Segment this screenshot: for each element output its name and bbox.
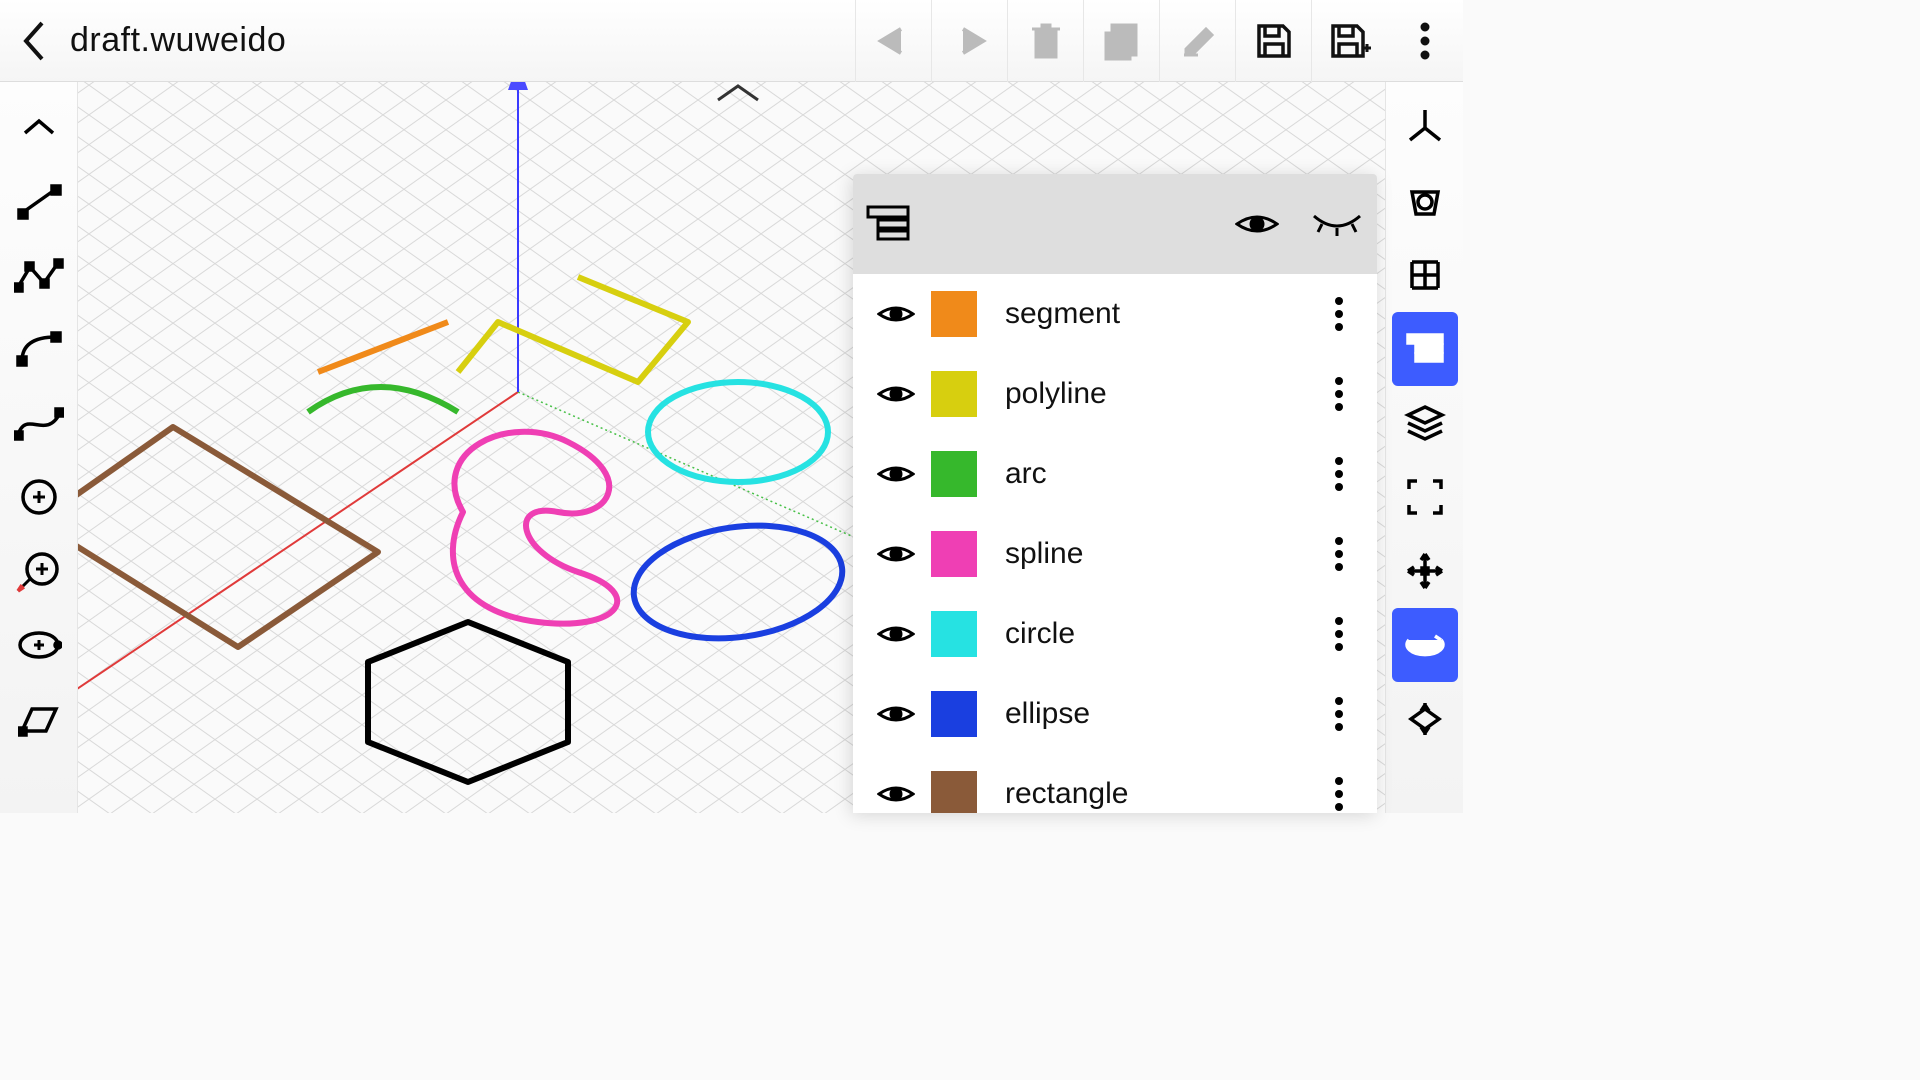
pan-tool[interactable] (1392, 534, 1458, 608)
redo-button[interactable] (931, 0, 1007, 82)
clipboard-button[interactable] (1083, 0, 1159, 82)
fullscreen-tool[interactable] (1392, 460, 1458, 534)
eye-icon[interactable] (861, 462, 931, 486)
undo-button[interactable] (855, 0, 931, 82)
layer-swatch[interactable] (931, 371, 977, 417)
layers-panel-header (853, 174, 1377, 274)
layer-menu-icon[interactable] (1309, 695, 1369, 733)
axis-view-tool[interactable] (1392, 90, 1458, 164)
layer-row[interactable]: segment (853, 274, 1377, 354)
delete-button[interactable] (1007, 0, 1083, 82)
layer-menu-icon[interactable] (1309, 375, 1369, 413)
save-as-button[interactable] (1311, 0, 1387, 82)
eye-icon[interactable] (861, 702, 931, 726)
layer-label: ellipse (991, 697, 1309, 731)
ellipse-tool[interactable] (6, 608, 72, 682)
layer-row[interactable]: arc (853, 434, 1377, 514)
layer-label: polyline (991, 377, 1309, 411)
hide-all-icon[interactable] (1297, 212, 1377, 236)
layer-swatch[interactable] (931, 691, 977, 737)
line-tool[interactable] (6, 164, 72, 238)
layers-icon[interactable] (853, 205, 923, 243)
collapse-up-icon[interactable] (6, 90, 72, 164)
eye-icon[interactable] (861, 542, 931, 566)
layers-tool[interactable] (1392, 312, 1458, 386)
eye-icon[interactable] (861, 782, 931, 806)
layers-panel: segment polyline arc sp (853, 174, 1377, 813)
spline-tool[interactable] (6, 386, 72, 460)
layer-list: segment polyline arc sp (853, 274, 1377, 813)
file-title: draft.wuweido (70, 21, 286, 60)
circle-tool[interactable] (6, 460, 72, 534)
orbit-tool[interactable] (1392, 608, 1458, 682)
perspective-tool[interactable] (1392, 164, 1458, 238)
layer-swatch[interactable] (931, 611, 977, 657)
layer-label: segment (991, 297, 1309, 331)
layer-swatch[interactable] (931, 291, 977, 337)
rectangle-tool[interactable] (6, 682, 72, 756)
layer-row[interactable]: ellipse (853, 674, 1377, 754)
layer-menu-icon[interactable] (1309, 535, 1369, 573)
layer-row[interactable]: polyline (853, 354, 1377, 434)
layer-label: circle (991, 617, 1309, 651)
eye-icon[interactable] (861, 382, 931, 406)
layer-label: rectangle (991, 777, 1309, 811)
circle-center-tool[interactable] (6, 534, 72, 608)
layer-label: arc (991, 457, 1309, 491)
grid-tool[interactable] (1392, 238, 1458, 312)
layer-swatch[interactable] (931, 531, 977, 577)
left-toolbar (0, 82, 78, 813)
layer-row[interactable]: spline (853, 514, 1377, 594)
layer-swatch[interactable] (931, 451, 977, 497)
layer-menu-icon[interactable] (1309, 455, 1369, 493)
menu-button[interactable] (1387, 0, 1463, 82)
eye-icon[interactable] (861, 302, 931, 326)
right-toolbar (1385, 82, 1463, 813)
eye-icon[interactable] (861, 622, 931, 646)
top-actions (855, 0, 1463, 82)
layer-row[interactable]: circle (853, 594, 1377, 674)
top-bar: draft.wuweido (0, 0, 1463, 82)
layer-swatch[interactable] (931, 771, 977, 813)
layer-label: spline (991, 537, 1309, 571)
edit-button[interactable] (1159, 0, 1235, 82)
save-button[interactable] (1235, 0, 1311, 82)
zoom-extents-tool[interactable] (1392, 682, 1458, 756)
arc-tool[interactable] (6, 312, 72, 386)
show-all-icon[interactable] (1217, 210, 1297, 238)
back-button[interactable] (0, 19, 70, 63)
polyline-tool[interactable] (6, 238, 72, 312)
stack-tool[interactable] (1392, 386, 1458, 460)
layer-menu-icon[interactable] (1309, 295, 1369, 333)
layer-menu-icon[interactable] (1309, 615, 1369, 653)
layer-row[interactable]: rectangle (853, 754, 1377, 813)
layer-menu-icon[interactable] (1309, 775, 1369, 813)
